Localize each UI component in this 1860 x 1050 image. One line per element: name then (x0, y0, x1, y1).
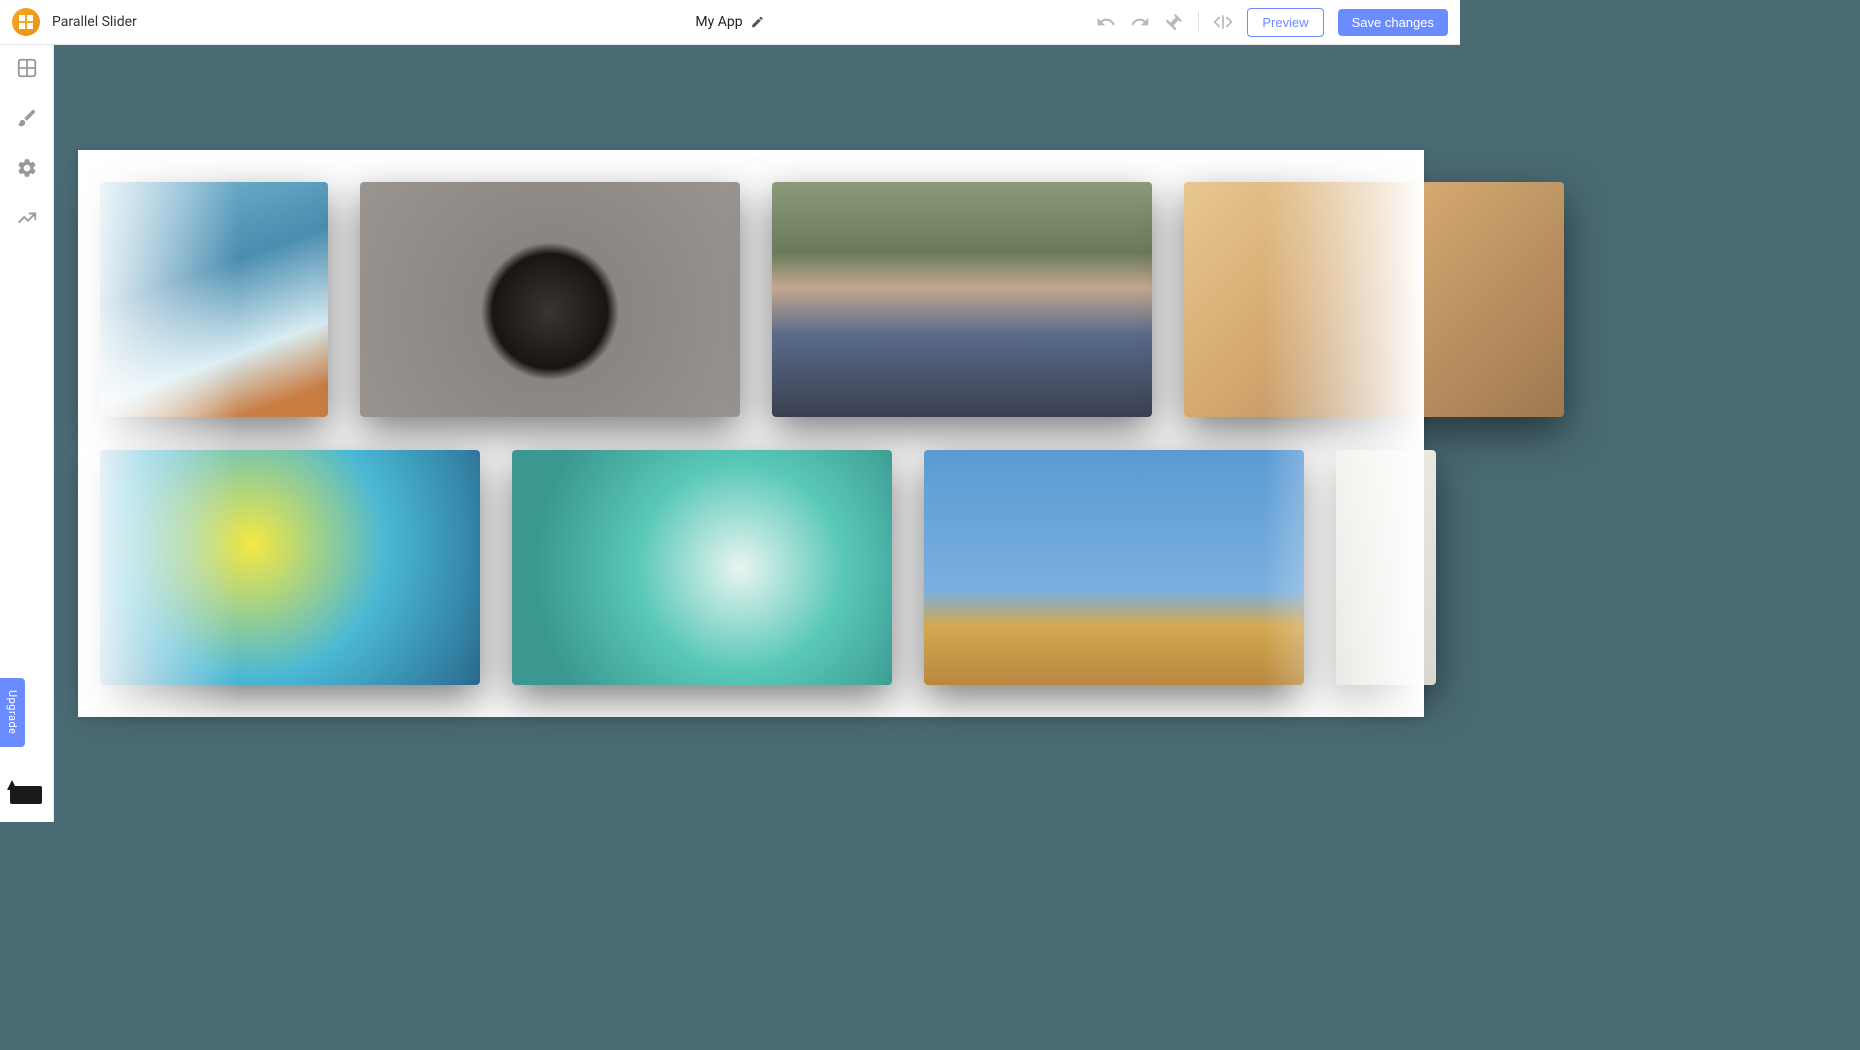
slide-car[interactable] (772, 182, 1152, 417)
top-right-tools: Preview Save changes (1096, 8, 1448, 37)
edit-name-icon[interactable] (751, 15, 765, 29)
redo-icon[interactable] (1130, 12, 1150, 32)
upgrade-button[interactable]: Upgrade (0, 678, 25, 747)
save-button[interactable]: Save changes (1338, 9, 1448, 36)
image-swing (100, 182, 328, 417)
gear-icon[interactable] (16, 157, 38, 179)
image-group (1184, 182, 1564, 417)
image-surf (512, 450, 892, 685)
slider-row-2 (100, 450, 1436, 685)
slide-surf[interactable] (512, 450, 892, 685)
slider-row-1 (100, 182, 1564, 417)
console-icon[interactable] (10, 786, 42, 804)
plugin-name: Parallel Slider (52, 14, 137, 30)
image-car (772, 182, 1152, 417)
app-logo[interactable] (12, 8, 40, 36)
app-name-container: My App (695, 14, 764, 30)
slide-beach[interactable] (1336, 450, 1436, 685)
slide-holi[interactable] (100, 450, 480, 685)
hammer-icon[interactable] (1164, 12, 1184, 32)
image-holi (100, 450, 480, 685)
layout-icon[interactable] (16, 57, 38, 79)
image-beach (1336, 450, 1436, 685)
toolbar-divider (1198, 12, 1199, 32)
logo-grid-icon (19, 15, 33, 29)
brush-icon[interactable] (16, 107, 38, 129)
undo-icon[interactable] (1096, 12, 1116, 32)
slider-canvas (78, 150, 1424, 717)
slide-carousel[interactable] (924, 450, 1304, 685)
app-name: My App (695, 14, 742, 30)
slide-swing[interactable] (100, 182, 328, 417)
image-carousel (924, 450, 1304, 685)
slide-group[interactable] (1184, 182, 1564, 417)
preview-button[interactable]: Preview (1247, 8, 1323, 37)
chart-icon[interactable] (16, 207, 38, 229)
slide-dog[interactable] (360, 182, 740, 417)
code-icon[interactable] (1213, 12, 1233, 32)
top-bar: Parallel Slider My App Preview Save chan… (0, 0, 1460, 45)
image-dog (360, 182, 740, 417)
